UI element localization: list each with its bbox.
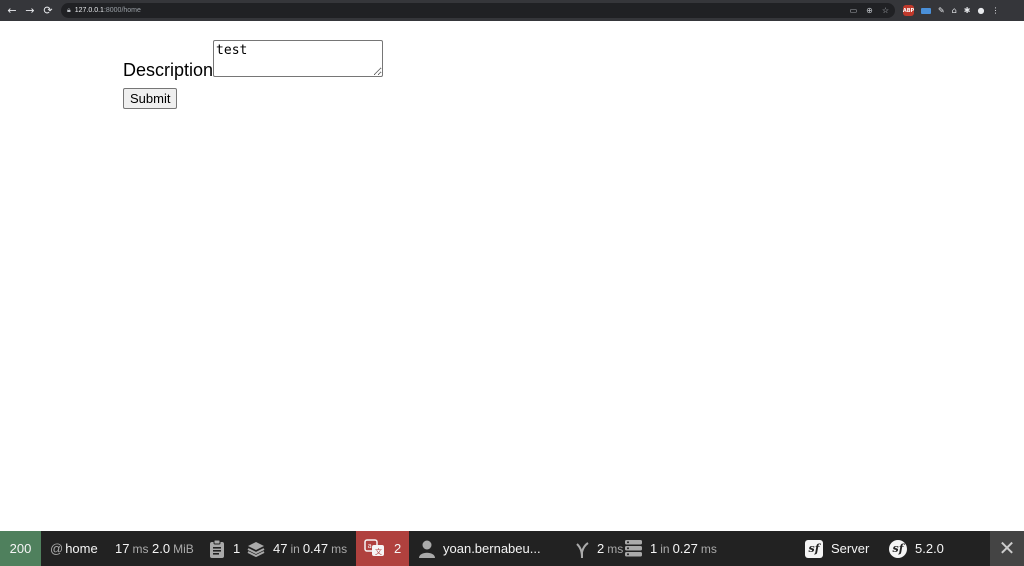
description-form: Description test Submit [123, 40, 384, 109]
symfony-round-logo-icon: sf [889, 539, 907, 558]
memory-unit: MiB [173, 541, 194, 556]
route-name: home [65, 541, 98, 556]
db-in-text: in [660, 541, 670, 556]
extension-icon[interactable] [921, 7, 931, 14]
database-server-icon [625, 540, 642, 557]
translation-item[interactable]: a 文 2 [356, 531, 409, 566]
user-icon [419, 540, 435, 558]
debug-toolbar: 200 @ home 17 ms 2.0 MiB 1 47 in 0.47 ms… [0, 531, 1024, 566]
memory-item[interactable]: 2.0 MiB [152, 531, 209, 566]
layers-icon [247, 541, 265, 557]
request-time-item[interactable]: 17 ms [106, 531, 152, 566]
translation-icon: a 文 [364, 538, 386, 559]
cache-time: 0.47 [302, 541, 329, 556]
pen-extension-icon[interactable]: ✎ [938, 6, 945, 15]
time-unit: ms [132, 541, 149, 556]
status-code-badge[interactable]: 200 [0, 531, 41, 566]
puzzle-extensions-icon[interactable]: ✱ [964, 6, 971, 15]
clipboard-icon [209, 539, 225, 558]
symfony-version-item[interactable]: sf 5.2.0 [889, 531, 954, 566]
twig-unit: ms [607, 541, 624, 556]
address-bar[interactable]: 🔒︎ 127.0.0.1 :8000/home ▭ ⊕ ☆ [61, 3, 895, 18]
reload-icon[interactable]: ⟳ [39, 0, 57, 21]
memory-value: 2.0 [152, 541, 171, 556]
time-value: 17 [115, 541, 130, 556]
symfony-logo-icon: sf [805, 539, 823, 558]
url-path: :8000/home [103, 7, 141, 14]
cache-unit: ms [331, 541, 348, 556]
server-label: Server [831, 541, 870, 556]
route-at-symbol: @ [50, 541, 64, 556]
menu-kebab-icon[interactable]: ⋮ [991, 6, 999, 15]
bookmark-star-icon[interactable]: ☆ [882, 6, 889, 15]
db-unit: ms [700, 541, 717, 556]
avatar-icon[interactable]: ● [977, 6, 984, 15]
server-item[interactable]: sf Server [805, 531, 889, 566]
user-name: yoan.bernabeu... [443, 541, 541, 556]
description-label: Description [123, 60, 214, 80]
cache-calls: 47 [273, 541, 288, 556]
twig-time: 2 [597, 541, 605, 556]
security-user-item[interactable]: yoan.bernabeu... [409, 531, 559, 566]
svg-text:a: a [368, 542, 372, 550]
back-arrow-icon[interactable]: ← [3, 0, 21, 21]
translation-count: 2 [394, 541, 402, 556]
cache-item[interactable]: 47 in 0.47 ms [247, 531, 356, 566]
twig-icon [575, 540, 589, 558]
svg-text:文: 文 [375, 547, 382, 556]
forms-count: 1 [233, 541, 241, 556]
cast-icon[interactable]: ▭ [850, 6, 858, 15]
forward-arrow-icon[interactable]: → [21, 0, 39, 21]
submit-button[interactable]: Submit [123, 88, 178, 109]
info-icon[interactable]: 🔒︎ [67, 7, 71, 15]
database-item[interactable]: 1 in 0.27 ms [625, 531, 805, 566]
cache-in-text: in [290, 541, 300, 556]
symfony-version: 5.2.0 [915, 541, 944, 556]
browser-toolbar: ← → ⟳ 🔒︎ 127.0.0.1 :8000/home ▭ ⊕ ☆ ABP … [0, 0, 1024, 21]
zoom-icon[interactable]: ⊕ [866, 6, 873, 15]
close-toolbar-icon[interactable]: ✕ [990, 531, 1024, 566]
twig-item[interactable]: 2 ms [559, 531, 625, 566]
adblock-extension-icon[interactable]: ABP [903, 5, 914, 16]
description-textarea[interactable]: test [213, 40, 384, 77]
db-queries: 1 [650, 541, 658, 556]
forms-item[interactable]: 1 [209, 531, 247, 566]
url-host: 127.0.0.1 [74, 7, 104, 14]
db-time: 0.27 [672, 541, 698, 556]
route-item[interactable]: @ home [41, 531, 106, 566]
home-icon[interactable]: ⌂ [952, 6, 957, 15]
